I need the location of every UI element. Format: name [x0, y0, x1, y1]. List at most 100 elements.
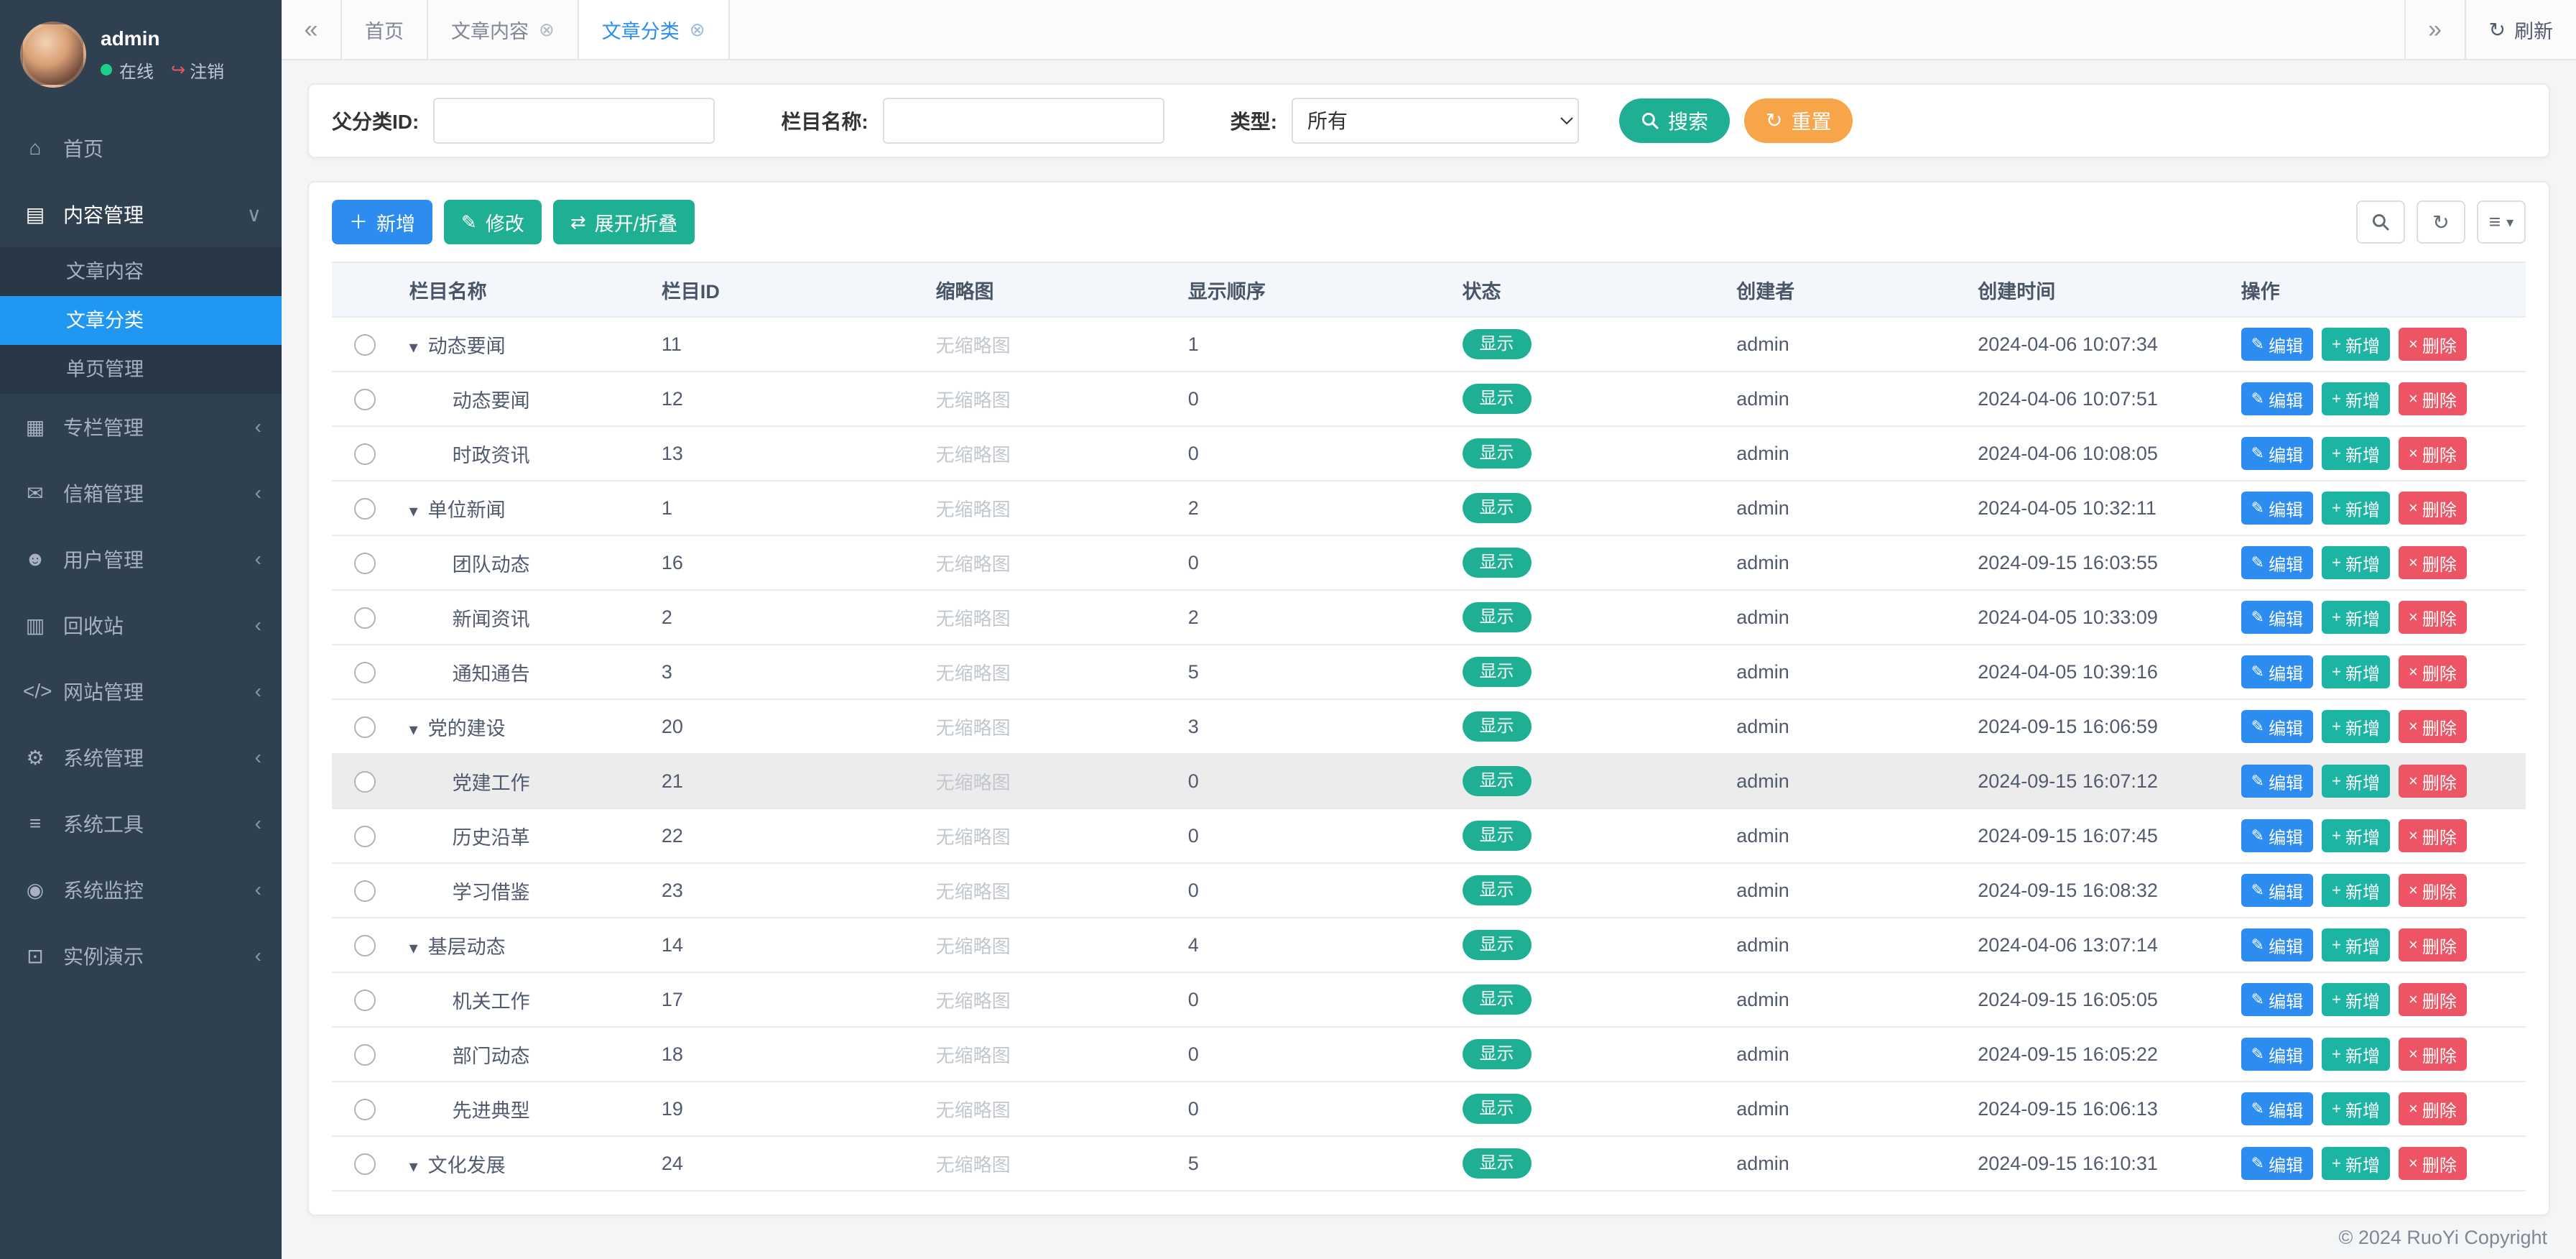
type-select[interactable]: 所有: [1292, 98, 1579, 144]
row-edit-button[interactable]: ✎编辑: [2241, 437, 2313, 470]
row-edit-button[interactable]: ✎编辑: [2241, 382, 2313, 415]
tab-home[interactable]: 首页: [342, 0, 428, 59]
sidebar-item-system-tools[interactable]: ≡系统工具‹: [0, 790, 282, 857]
row-edit-button[interactable]: ✎编辑: [2241, 1092, 2313, 1125]
row-add-button[interactable]: +新增: [2322, 765, 2390, 798]
row-delete-button[interactable]: ×删除: [2399, 765, 2467, 798]
modify-button[interactable]: ✎ 修改: [444, 200, 542, 244]
sidebar-item-mailbox-management[interactable]: ✉信箱管理‹: [0, 460, 282, 526]
row-add-button[interactable]: +新增: [2322, 1038, 2390, 1071]
row-add-button[interactable]: +新增: [2322, 1147, 2390, 1180]
row-delete-button[interactable]: ×删除: [2399, 328, 2467, 361]
row-delete-button[interactable]: ×删除: [2399, 601, 2467, 634]
logout-link[interactable]: ↪ 注销: [171, 57, 224, 83]
row-radio-button[interactable]: [354, 607, 376, 629]
search-button[interactable]: 搜索: [1619, 98, 1730, 143]
row-edit-button[interactable]: ✎编辑: [2241, 765, 2313, 798]
refresh-table-button[interactable]: ↻: [2417, 200, 2465, 244]
row-add-button[interactable]: +新增: [2322, 655, 2390, 688]
row-radio-button[interactable]: [354, 662, 376, 683]
tab-article-content[interactable]: 文章内容 ⊗: [428, 0, 579, 59]
row-add-button[interactable]: +新增: [2322, 983, 2390, 1016]
sidebar-item-system-monitor[interactable]: ◉系统监控‹: [0, 857, 282, 923]
row-delete-button[interactable]: ×删除: [2399, 983, 2467, 1016]
row-add-button[interactable]: +新增: [2322, 1092, 2390, 1125]
row-edit-button[interactable]: ✎编辑: [2241, 655, 2313, 688]
tree-collapse-icon[interactable]: ▾: [409, 1157, 418, 1176]
parent-id-input[interactable]: [433, 98, 715, 144]
close-icon[interactable]: ⊗: [539, 19, 555, 41]
row-radio-button[interactable]: [354, 990, 376, 1011]
reset-button[interactable]: ↻ 重置: [1744, 98, 1853, 143]
sidebar-item-content-management[interactable]: ▤ 内容管理 ∨: [0, 181, 282, 247]
row-add-button[interactable]: +新增: [2322, 819, 2390, 852]
sidebar-item-site-management[interactable]: </>网站管理‹: [0, 658, 282, 724]
row-radio-button[interactable]: [354, 771, 376, 793]
row-radio-button[interactable]: [354, 716, 376, 738]
row-add-button[interactable]: +新增: [2322, 492, 2390, 525]
row-delete-button[interactable]: ×删除: [2399, 874, 2467, 907]
sidebar-item-single-page[interactable]: 单页管理: [0, 345, 282, 394]
row-edit-button[interactable]: ✎编辑: [2241, 874, 2313, 907]
avatar[interactable]: [20, 22, 86, 88]
row-edit-button[interactable]: ✎编辑: [2241, 328, 2313, 361]
row-radio-button[interactable]: [354, 880, 376, 902]
row-radio-button[interactable]: [354, 498, 376, 520]
row-radio-button[interactable]: [354, 389, 376, 410]
row-delete-button[interactable]: ×删除: [2399, 1038, 2467, 1071]
row-edit-button[interactable]: ✎编辑: [2241, 1147, 2313, 1180]
row-delete-button[interactable]: ×删除: [2399, 710, 2467, 743]
row-edit-button[interactable]: ✎编辑: [2241, 492, 2313, 525]
row-edit-button[interactable]: ✎编辑: [2241, 819, 2313, 852]
row-radio-button[interactable]: [354, 443, 376, 465]
sidebar-item-demo[interactable]: ⊡实例演示‹: [0, 923, 282, 989]
tree-collapse-icon[interactable]: ▾: [409, 720, 418, 739]
close-icon[interactable]: ⊗: [690, 19, 705, 41]
category-name-input[interactable]: [883, 98, 1164, 144]
row-delete-button[interactable]: ×删除: [2399, 382, 2467, 415]
row-delete-button[interactable]: ×删除: [2399, 819, 2467, 852]
columns-toggle-button[interactable]: ≡ ▾: [2477, 200, 2526, 244]
row-delete-button[interactable]: ×删除: [2399, 1147, 2467, 1180]
row-delete-button[interactable]: ×删除: [2399, 437, 2467, 470]
row-edit-button[interactable]: ✎编辑: [2241, 928, 2313, 961]
row-edit-button[interactable]: ✎编辑: [2241, 601, 2313, 634]
row-edit-button[interactable]: ✎编辑: [2241, 1038, 2313, 1071]
row-add-button[interactable]: +新增: [2322, 928, 2390, 961]
row-add-button[interactable]: +新增: [2322, 601, 2390, 634]
sidebar-item-home[interactable]: ⌂ 首页: [0, 115, 282, 181]
row-edit-button[interactable]: ✎编辑: [2241, 710, 2313, 743]
tree-collapse-icon[interactable]: ▾: [409, 502, 418, 521]
tabs-scroll-right-button[interactable]: »: [2404, 0, 2465, 59]
row-radio-button[interactable]: [354, 1044, 376, 1066]
add-button[interactable]: ＋ 新增: [332, 200, 432, 244]
row-add-button[interactable]: +新增: [2322, 710, 2390, 743]
refresh-page-button[interactable]: ↻ 刷新: [2465, 0, 2576, 59]
sidebar-item-article-category[interactable]: 文章分类: [0, 296, 282, 345]
row-radio-button[interactable]: [354, 1099, 376, 1120]
row-radio-button[interactable]: [354, 553, 376, 574]
tree-collapse-icon[interactable]: ▾: [409, 338, 418, 357]
sidebar-item-article-content[interactable]: 文章内容: [0, 247, 282, 296]
row-add-button[interactable]: +新增: [2322, 437, 2390, 470]
row-radio-button[interactable]: [354, 1153, 376, 1175]
row-add-button[interactable]: +新增: [2322, 546, 2390, 579]
row-delete-button[interactable]: ×删除: [2399, 546, 2467, 579]
row-radio-button[interactable]: [354, 826, 376, 847]
row-delete-button[interactable]: ×删除: [2399, 655, 2467, 688]
row-delete-button[interactable]: ×删除: [2399, 492, 2467, 525]
row-add-button[interactable]: +新增: [2322, 382, 2390, 415]
row-edit-button[interactable]: ✎编辑: [2241, 546, 2313, 579]
row-radio-button[interactable]: [354, 935, 376, 956]
expand-collapse-button[interactable]: ⇄ 展开/折叠: [553, 200, 695, 244]
tab-article-category[interactable]: 文章分类 ⊗: [579, 0, 730, 59]
row-delete-button[interactable]: ×删除: [2399, 1092, 2467, 1125]
tabs-scroll-left-button[interactable]: «: [282, 0, 342, 59]
tree-collapse-icon[interactable]: ▾: [409, 939, 418, 958]
row-radio-button[interactable]: [354, 334, 376, 356]
row-delete-button[interactable]: ×删除: [2399, 928, 2467, 961]
sidebar-item-user-management[interactable]: ☻用户管理‹: [0, 526, 282, 592]
row-edit-button[interactable]: ✎编辑: [2241, 983, 2313, 1016]
sidebar-item-recycle-bin[interactable]: ▥回收站‹: [0, 592, 282, 658]
row-add-button[interactable]: +新增: [2322, 874, 2390, 907]
